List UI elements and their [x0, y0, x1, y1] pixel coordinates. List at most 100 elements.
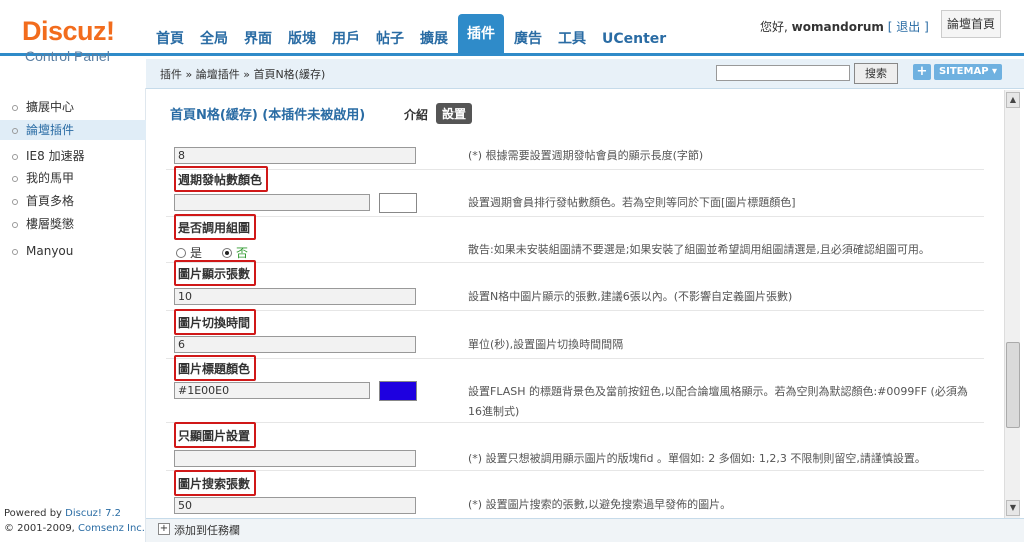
- bullet-icon: [12, 198, 18, 205]
- nav-tab-1[interactable]: 全局: [194, 22, 234, 56]
- divider: [166, 216, 984, 217]
- nav-tab-9[interactable]: 工具: [552, 22, 592, 56]
- image-only-label: 只顯圖片設置: [174, 422, 257, 448]
- use-gallery-desc: 散告:如果未安裝組圖請不要選是;如果安裝了組圖並希望調用組圖請選是,且必須確認組…: [468, 243, 930, 256]
- divider: [166, 422, 984, 423]
- nav-tab-4[interactable]: 用戶: [326, 22, 366, 56]
- search-button[interactable]: 搜索: [854, 63, 898, 84]
- sitemap-button[interactable]: SITEMAP ▾: [934, 64, 1002, 80]
- divider: [166, 358, 984, 359]
- search-input[interactable]: [716, 65, 850, 81]
- copyright-brand-link[interactable]: Comsenz Inc.: [78, 523, 145, 534]
- scroll-down-arrow-icon[interactable]: ▼: [1006, 500, 1020, 516]
- radio-no-label: 否: [236, 246, 249, 260]
- nav-tab-5[interactable]: 帖子: [370, 22, 410, 56]
- post-count-color-field[interactable]: [174, 194, 370, 211]
- tab-intro[interactable]: 介紹: [404, 106, 428, 123]
- switch-time-desc: 單位(秒),設置圖片切換時間間隔: [468, 338, 624, 351]
- nav-tab-10[interactable]: UCenter: [596, 22, 672, 56]
- post-count-color-swatch[interactable]: [379, 193, 417, 213]
- breadcrumb-bar: 插件 » 論壇插件 » 首頁N格(緩存) 搜索 + SITEMAP ▾: [146, 59, 1024, 89]
- sidebar-item-extension-center[interactable]: 擴展中心: [12, 97, 146, 117]
- image-search-count-desc: (*) 設置圖片搜索的張數,以避免搜索過早發佈的圖片。: [468, 498, 732, 511]
- forum-home-button[interactable]: 論壇首頁: [941, 10, 1001, 38]
- sidebar-item-ie8-accelerator[interactable]: IE8 加速器: [12, 146, 146, 166]
- bullet-icon: [12, 221, 18, 228]
- tab-settings[interactable]: 設置: [436, 103, 473, 124]
- powered-prefix: Powered by: [4, 508, 66, 519]
- radio-no[interactable]: [222, 247, 233, 258]
- bullet-icon: [12, 153, 18, 160]
- sidebar-item-label: IE8 加速器: [26, 149, 85, 163]
- title-color-field[interactable]: #1E00E0: [174, 382, 370, 399]
- sidebar-item-label: 樓層獎懲: [26, 217, 75, 231]
- radio-yes[interactable]: [176, 247, 186, 258]
- sidebar-item-label: Manyou: [26, 244, 74, 258]
- copyright-prefix: © 2001-2009,: [4, 523, 79, 534]
- user-info: 您好, womandorum [ 退出 ]: [760, 18, 929, 35]
- username: womandorum: [791, 20, 884, 34]
- sidebar-item-my-vest[interactable]: 我的馬甲: [12, 168, 146, 188]
- sidebar-item-forum-plugins[interactable]: 論壇插件: [0, 120, 146, 140]
- switch-time-label: 圖片切換時間: [174, 309, 257, 335]
- divider: [166, 262, 984, 263]
- switch-time-field[interactable]: 6: [174, 336, 416, 353]
- use-gallery-label: 是否調用組圖: [174, 214, 257, 240]
- bullet-icon: [12, 175, 18, 182]
- nav-tab-7[interactable]: 插件: [458, 14, 504, 56]
- scroll-thumb[interactable]: [1006, 342, 1020, 428]
- top-header: Discuz! Control Panel 首頁 全局 界面 版塊 用戶 帖子 擴展 插件 廣告…: [0, 0, 1024, 64]
- divider: [166, 470, 984, 471]
- main-content: 首頁N格(緩存) (本插件未被啟用) 介紹 設置 8 (*) 根據需要設置週期發…: [146, 90, 1004, 518]
- nav-tab-8[interactable]: 廣告: [508, 22, 548, 56]
- member-length-desc: (*) 根據需要設置週期發帖會員的顯示長度(字節): [468, 149, 704, 162]
- breadcrumb[interactable]: 插件 » 論壇插件 » 首頁N格(緩存): [160, 66, 325, 82]
- sidebar-item-floor-rewards[interactable]: 樓層獎懲: [12, 214, 146, 234]
- powered-by: Powered by Discuz! 7.2: [4, 508, 121, 519]
- bullet-icon: [12, 127, 18, 134]
- add-shortcut-button[interactable]: +: [913, 64, 931, 80]
- bullet-icon: [12, 104, 18, 111]
- title-color-desc: 設置FLASH 的標題背景色及當前按鈕色,以配合論壇風格顯示。若為空則為默認顏色…: [468, 385, 968, 418]
- post-count-color-label: 週期發帖數顏色: [174, 166, 269, 192]
- logo-main-text: Discuz!: [22, 16, 115, 46]
- divider: [166, 310, 984, 311]
- title-color-label: 圖片標題顏色: [174, 355, 257, 381]
- main-nav: 首頁 全局 界面 版塊 用戶 帖子 擴展 插件 廣告 工具 UCenter: [150, 14, 676, 56]
- image-search-count-field[interactable]: 50: [174, 497, 416, 514]
- image-count-field[interactable]: 10: [174, 288, 416, 305]
- sidebar: 擴展中心 論壇插件 IE8 加速器 我的馬甲 首頁多格 樓層獎懲 Manyou …: [0, 88, 146, 542]
- sidebar-item-label: 我的馬甲: [26, 171, 75, 185]
- greeting-text: 您好,: [760, 20, 788, 34]
- sidebar-item-manyou[interactable]: Manyou: [12, 241, 146, 261]
- sidebar-item-home-multigrid[interactable]: 首頁多格: [12, 191, 146, 211]
- discuz-logo[interactable]: Discuz! Control Panel: [0, 0, 146, 88]
- sidebar-item-label: 論壇插件: [26, 123, 75, 137]
- nav-tab-6[interactable]: 擴展: [414, 22, 454, 56]
- nav-tab-0[interactable]: 首頁: [150, 22, 190, 56]
- copyright: © 2001-2009, Comsenz Inc.: [4, 523, 145, 534]
- post-count-color-desc: 設置週期會員排行發帖數顏色。若為空則等同於下面[圖片標題顏色]: [468, 196, 796, 209]
- divider: [166, 169, 984, 170]
- image-count-desc: 設置N格中圖片顯示的張數,建議6張以內。(不影響自定義圖片張數): [468, 290, 793, 303]
- image-count-label: 圖片顯示張數: [174, 260, 257, 286]
- logo-sub-text: Control Panel: [25, 48, 110, 64]
- logout-link[interactable]: [ 退出 ]: [888, 20, 929, 34]
- vertical-scrollbar[interactable]: ▲ ▼: [1004, 90, 1020, 518]
- powered-brand-link[interactable]: Discuz! 7.2: [65, 508, 121, 519]
- image-only-desc: (*) 設置只想被調用顯示圖片的版塊fid 。單個如: 2 多個如: 1,2,3…: [468, 452, 926, 465]
- image-search-count-label: 圖片搜索張數: [174, 470, 257, 496]
- nav-tab-2[interactable]: 界面: [238, 22, 278, 56]
- nav-tab-3[interactable]: 版塊: [282, 22, 322, 56]
- page-title: 首頁N格(緩存) (本插件未被啟用): [170, 108, 366, 123]
- sidebar-item-label: 首頁多格: [26, 194, 75, 208]
- scroll-up-arrow-icon[interactable]: ▲: [1006, 92, 1020, 108]
- bullet-icon: [12, 248, 18, 255]
- add-to-taskbar-link[interactable]: 添加到任務欄: [174, 522, 240, 538]
- image-only-field[interactable]: [174, 450, 416, 467]
- plus-icon[interactable]: +: [158, 523, 170, 535]
- title-color-swatch[interactable]: [379, 381, 417, 401]
- task-bar: + 添加到任務欄: [146, 518, 1024, 542]
- sidebar-item-label: 擴展中心: [26, 100, 75, 114]
- member-length-field[interactable]: 8: [174, 147, 416, 164]
